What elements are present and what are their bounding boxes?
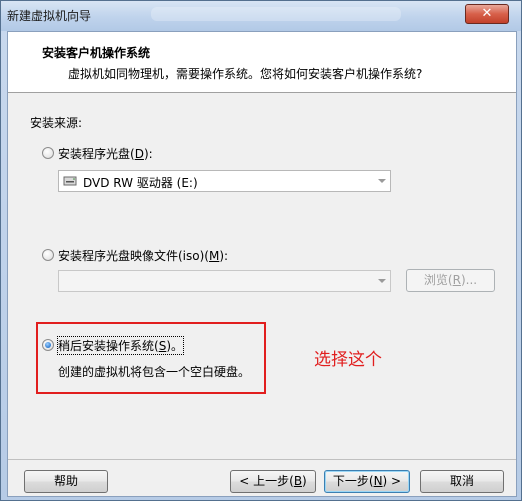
window-title: 新建虚拟机向导 (7, 9, 92, 23)
disc-drive-value: DVD RW 驱动器 (E:) (83, 176, 198, 190)
next-button[interactable]: 下一步(N) > (324, 470, 410, 493)
highlight-box (36, 322, 266, 394)
chevron-down-icon (378, 179, 386, 183)
dvd-drive-icon (63, 176, 77, 186)
annotation-text: 选择这个 (314, 350, 382, 370)
close-button[interactable]: ✕ (465, 4, 509, 24)
option-install-later-description: 创建的虚拟机将包含一个空白硬盘。 (58, 365, 251, 379)
title-bar-blur (151, 7, 401, 21)
wizard-header: 安装客户机操作系统 虚拟机如同物理机，需要操作系统。您将如何安装客户机操作系统? (8, 32, 516, 93)
close-icon: ✕ (481, 6, 493, 21)
back-button[interactable]: < 上一步(B) (230, 470, 316, 493)
install-source-label: 安装来源: (30, 116, 83, 130)
radio-iso-image[interactable] (42, 249, 54, 261)
footer-divider (8, 459, 516, 460)
page-title: 安装客户机操作系统 (42, 46, 151, 60)
help-button[interactable]: 帮助 (24, 470, 108, 493)
wizard-window: 新建虚拟机向导 ✕ 安装客户机操作系统 虚拟机如同物理机，需要操作系统。您将如何… (0, 0, 522, 501)
browse-button[interactable]: 浏览(R)... (406, 269, 495, 292)
disc-drive-select[interactable]: DVD RW 驱动器 (E:) (58, 170, 391, 192)
radio-install-later[interactable] (42, 339, 54, 351)
option-iso-image-label[interactable]: 安装程序光盘映像文件(iso)(M): (58, 247, 228, 264)
option-installer-disc-label[interactable]: 安装程序光盘(D): (58, 145, 153, 162)
wizard-body: 安装客户机操作系统 虚拟机如同物理机，需要操作系统。您将如何安装客户机操作系统?… (7, 31, 517, 497)
page-subtitle: 虚拟机如同物理机，需要操作系统。您将如何安装客户机操作系统? (68, 67, 423, 81)
iso-path-input[interactable] (58, 270, 391, 292)
cancel-button[interactable]: 取消 (420, 470, 504, 493)
option-install-later-label[interactable]: 稍后安装操作系统(S)。 (57, 336, 184, 355)
chevron-down-icon (378, 279, 386, 283)
radio-installer-disc[interactable] (42, 147, 54, 159)
title-bar[interactable]: 新建虚拟机向导 ✕ (1, 1, 521, 31)
